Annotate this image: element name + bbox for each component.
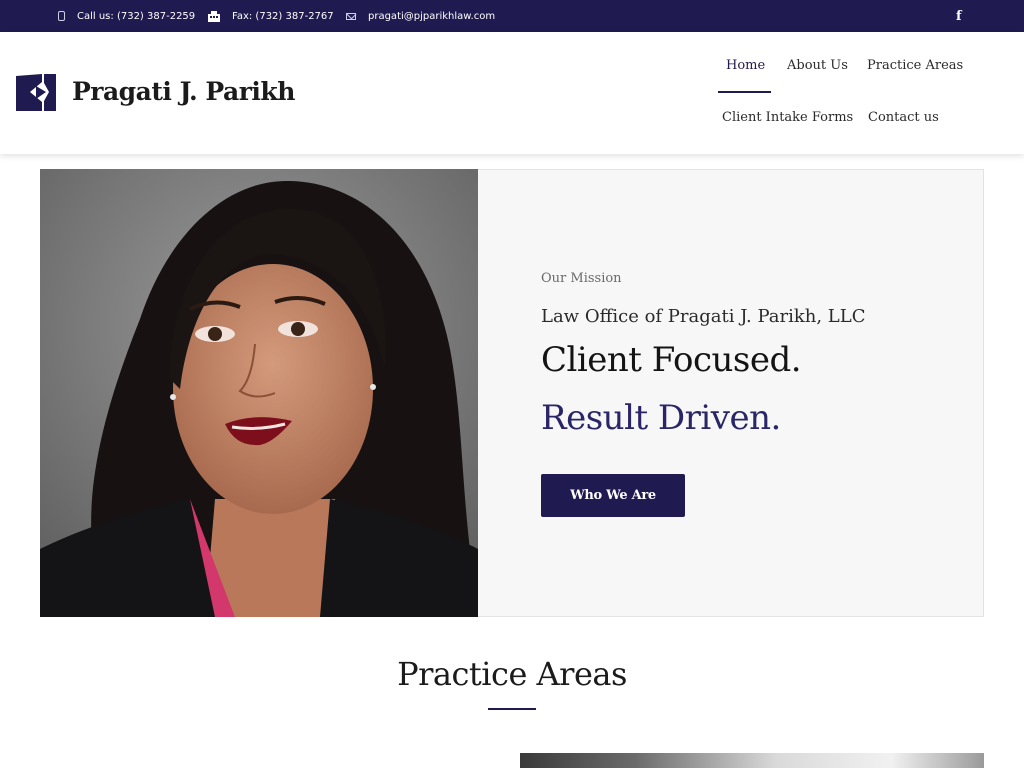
site-header: Pragati J. Parikh Home About Us Practice…: [0, 32, 1024, 154]
phone-text: Call us: (732) 387-2259: [77, 10, 196, 22]
hero-mission-panel: Our Mission Law Office of Pragati J. Par…: [478, 169, 984, 617]
email-contact[interactable]: pragati@pjparikhlaw.com: [346, 0, 495, 32]
fax-text: Fax: (732) 387-2767: [232, 10, 334, 22]
mission-eyebrow: Our Mission: [541, 271, 622, 286]
top-contact-bar: Call us: (732) 387-2259 Fax: (732) 387-2…: [0, 0, 1024, 32]
phone-contact[interactable]: Call us: (732) 387-2259: [58, 0, 195, 32]
headline-result-driven: Result Driven.: [541, 398, 781, 438]
fax-contact: Fax: (732) 387-2767: [208, 0, 334, 32]
nav-item-contact-us[interactable]: Contact us: [868, 110, 939, 125]
nav-item-about-us[interactable]: About Us: [787, 58, 848, 73]
practice-area-image: [520, 753, 984, 768]
active-nav-indicator: [718, 91, 771, 93]
fax-icon: [208, 10, 220, 22]
who-we-are-button[interactable]: Who We Are: [541, 474, 685, 517]
email-text: pragati@pjparikhlaw.com: [368, 10, 496, 22]
facebook-icon[interactable]: f: [956, 0, 962, 32]
brand-name[interactable]: Pragati J. Parikh: [72, 77, 295, 106]
nav-item-practice-areas[interactable]: Practice Areas: [867, 58, 963, 73]
headline-client-focused: Client Focused.: [541, 340, 802, 380]
attorney-portrait: [40, 169, 478, 617]
nav-item-home[interactable]: Home: [726, 58, 765, 73]
phone-icon: [58, 11, 65, 21]
mail-icon: [346, 12, 356, 20]
nav-item-client-intake-forms[interactable]: Client Intake Forms: [722, 110, 853, 125]
practice-areas-heading: Practice Areas: [397, 655, 627, 693]
firm-name: Law Office of Pragati J. Parikh, LLC: [541, 306, 866, 327]
heading-divider: [488, 708, 536, 710]
firm-logo-icon[interactable]: [16, 74, 56, 111]
